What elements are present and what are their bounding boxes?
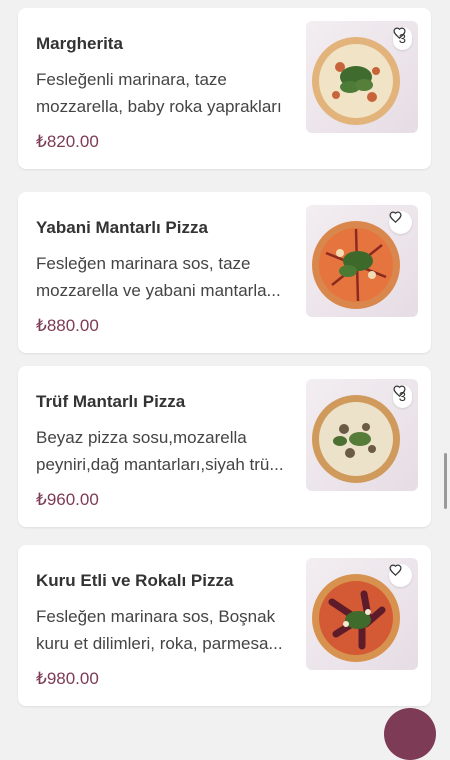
menu-item-card[interactable]: Yabani Mantarlı Pizza Fesleğen marinara … bbox=[18, 192, 431, 353]
item-description-line: mozzarella ve yabani mantarla... bbox=[36, 281, 281, 300]
menu-item-card[interactable]: Margherita Fesleğenli marinara, taze moz… bbox=[18, 8, 431, 169]
item-description: Fesleğenli marinara, taze mozzarella, ba… bbox=[36, 66, 301, 120]
item-description-line: kuru et dilimleri, roka, parmesa... bbox=[36, 634, 283, 653]
item-description: Beyaz pizza sosu,mozarella peyniri,dağ m… bbox=[36, 424, 301, 478]
favorite-button[interactable]: 3 bbox=[392, 27, 412, 50]
item-name: Trüf Mantarlı Pizza bbox=[36, 392, 186, 411]
item-description: Fesleğen marinara sos, taze mozzarella v… bbox=[36, 250, 301, 304]
menu-item-card[interactable]: Kuru Etli ve Rokalı Pizza Fesleğen marin… bbox=[18, 545, 431, 706]
item-price: ₺880.00 bbox=[36, 316, 99, 335]
item-description-line: peyniri,dağ mantarları,siyah trü... bbox=[36, 455, 284, 474]
pizza-image bbox=[306, 205, 418, 317]
pizza-image: 3 bbox=[306, 21, 418, 133]
item-name: Margherita bbox=[36, 34, 123, 53]
item-price: ₺960.00 bbox=[36, 490, 99, 509]
favorite-button[interactable] bbox=[389, 564, 412, 587]
item-description: Fesleğen marinara sos, Boşnak kuru et di… bbox=[36, 603, 301, 657]
item-description-line: Fesleğenli marinara, taze bbox=[36, 70, 227, 89]
item-description-line: Beyaz pizza sosu,mozarella bbox=[36, 428, 247, 447]
pizza-image bbox=[306, 558, 418, 670]
heart-icon bbox=[389, 564, 402, 576]
item-description-line: Fesleğen marinara sos, taze bbox=[36, 254, 251, 273]
scrollbar[interactable] bbox=[444, 453, 447, 509]
item-name: Yabani Mantarlı Pizza bbox=[36, 218, 208, 237]
menu-item-card[interactable]: Trüf Mantarlı Pizza Beyaz pizza sosu,moz… bbox=[18, 366, 431, 527]
item-price: ₺820.00 bbox=[36, 132, 99, 151]
favorite-button[interactable]: 3 bbox=[392, 385, 412, 408]
pizza-image: 3 bbox=[306, 379, 418, 491]
item-name: Kuru Etli ve Rokalı Pizza bbox=[36, 571, 234, 590]
item-description-line: mozzarella, baby roka yaprakları bbox=[36, 97, 282, 116]
item-price: ₺980.00 bbox=[36, 669, 99, 688]
heart-icon bbox=[393, 27, 406, 39]
floating-action-button[interactable] bbox=[384, 708, 436, 760]
heart-icon bbox=[393, 385, 406, 397]
heart-icon bbox=[389, 211, 402, 223]
favorite-button[interactable] bbox=[389, 211, 412, 234]
item-description-line: Fesleğen marinara sos, Boşnak bbox=[36, 607, 276, 626]
